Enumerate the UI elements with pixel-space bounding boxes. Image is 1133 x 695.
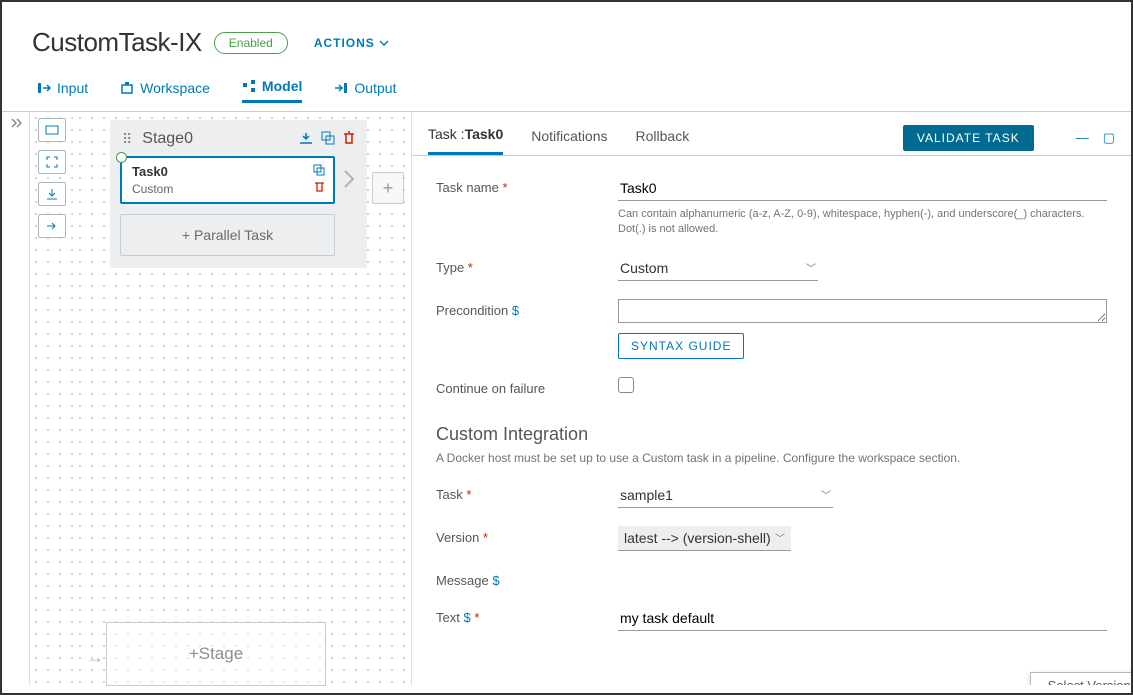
download-icon: [46, 188, 58, 200]
continue-label: Continue on failure: [436, 377, 606, 396]
minimize-icon[interactable]: —: [1076, 130, 1089, 146]
version-select-value: latest --> (version-shell): [624, 530, 771, 546]
fit-icon: [46, 156, 58, 168]
type-select[interactable]: Custom ﹀: [618, 256, 818, 281]
type-select-value: Custom: [620, 260, 668, 276]
screen-icon: [45, 125, 59, 135]
task-name-hint: Can contain alphanumeric (a-z, A-Z, 0-9)…: [618, 207, 1107, 238]
type-label: Type: [436, 256, 606, 275]
version-label: Version: [436, 526, 606, 545]
panel-tab-task-prefix: Task :: [428, 126, 465, 142]
sequence-arrow-icon: [343, 168, 357, 190]
task-status-icon: [116, 152, 127, 163]
drag-handle-icon[interactable]: ⠿: [122, 131, 134, 148]
tab-input-label: Input: [57, 80, 88, 96]
panel-tab-task-name: Task0: [465, 126, 504, 142]
section-subtitle: A Docker host must be set up to use a Cu…: [436, 451, 1107, 465]
task-delete-icon[interactable]: [314, 181, 325, 196]
add-parallel-task-button[interactable]: + Parallel Task: [120, 214, 335, 256]
text-label: Text $ *: [436, 606, 606, 625]
validate-task-button[interactable]: VALIDATE TASK: [903, 125, 1034, 151]
task-name: Task0: [132, 164, 168, 179]
chevron-down-icon: [379, 40, 389, 46]
expand-gutter-icon[interactable]: [10, 118, 22, 128]
stage-download-icon[interactable]: [299, 132, 313, 147]
version-dropdown-list: --Select Version-- latest --> (version-s…: [1030, 672, 1131, 685]
workspace-icon: [120, 81, 134, 95]
version-option-placeholder[interactable]: --Select Version--: [1031, 673, 1131, 685]
tab-output[interactable]: Output: [334, 78, 396, 103]
iconbar-screen[interactable]: [38, 118, 66, 142]
panel-tab-notifications[interactable]: Notifications: [531, 122, 607, 154]
tab-workspace[interactable]: Workspace: [120, 78, 210, 103]
chevron-down-icon: ﹀: [821, 487, 831, 502]
actions-menu[interactable]: ACTIONS: [314, 36, 389, 50]
tab-workspace-label: Workspace: [140, 80, 210, 96]
iconbar-download[interactable]: [38, 182, 66, 206]
task-name-input[interactable]: [618, 176, 1107, 201]
task-select-label: Task: [436, 483, 606, 502]
syntax-guide-button[interactable]: SYNTAX GUIDE: [618, 333, 744, 359]
tab-model[interactable]: Model: [242, 78, 302, 103]
model-icon: [242, 79, 256, 93]
status-badge: Enabled: [214, 32, 288, 54]
precondition-label: Precondition: [436, 299, 606, 318]
section-title: Custom Integration: [436, 424, 1107, 445]
stage-name: Stage0: [142, 130, 291, 148]
tab-model-label: Model: [262, 78, 302, 94]
iconbar-arrow[interactable]: [38, 214, 66, 238]
stage-card[interactable]: ⠿ Stage0 Task0 Custom: [110, 120, 367, 268]
arrow-right-icon: [46, 221, 58, 231]
task-select[interactable]: sample1 ﹀: [618, 483, 833, 508]
iconbar-fit[interactable]: [38, 150, 66, 174]
chevron-down-icon: ﹀: [806, 260, 816, 275]
stage-flow-arrow-icon: →: [86, 647, 104, 668]
task-name-label: Task name: [436, 176, 606, 195]
chevron-down-icon: ﹀: [775, 530, 785, 545]
actions-label: ACTIONS: [314, 36, 375, 50]
tab-input[interactable]: Input: [37, 78, 88, 103]
tab-output-label: Output: [354, 80, 396, 96]
panel-tab-rollback[interactable]: Rollback: [636, 122, 690, 154]
task-select-value: sample1: [620, 487, 673, 503]
panel-tab-task[interactable]: Task :Task0: [428, 120, 503, 155]
task-card[interactable]: Task0 Custom: [120, 156, 335, 204]
task-copy-icon[interactable]: [313, 164, 325, 179]
maximize-icon[interactable]: ▢: [1103, 130, 1115, 146]
add-sequential-task-button[interactable]: +: [372, 172, 404, 204]
precondition-input[interactable]: [618, 299, 1107, 323]
add-stage-button[interactable]: +Stage: [106, 622, 326, 686]
text-input[interactable]: [618, 606, 1107, 631]
stage-copy-icon[interactable]: [321, 131, 335, 148]
task-type: Custom: [132, 182, 173, 196]
stage-delete-icon[interactable]: [343, 131, 355, 148]
input-icon: [37, 81, 51, 95]
message-label: Message: [436, 569, 606, 588]
version-select[interactable]: latest --> (version-shell) ﹀: [618, 526, 791, 551]
continue-on-failure-checkbox[interactable]: [618, 377, 634, 393]
page-title: CustomTask-IX: [32, 27, 202, 58]
output-icon: [334, 81, 348, 95]
